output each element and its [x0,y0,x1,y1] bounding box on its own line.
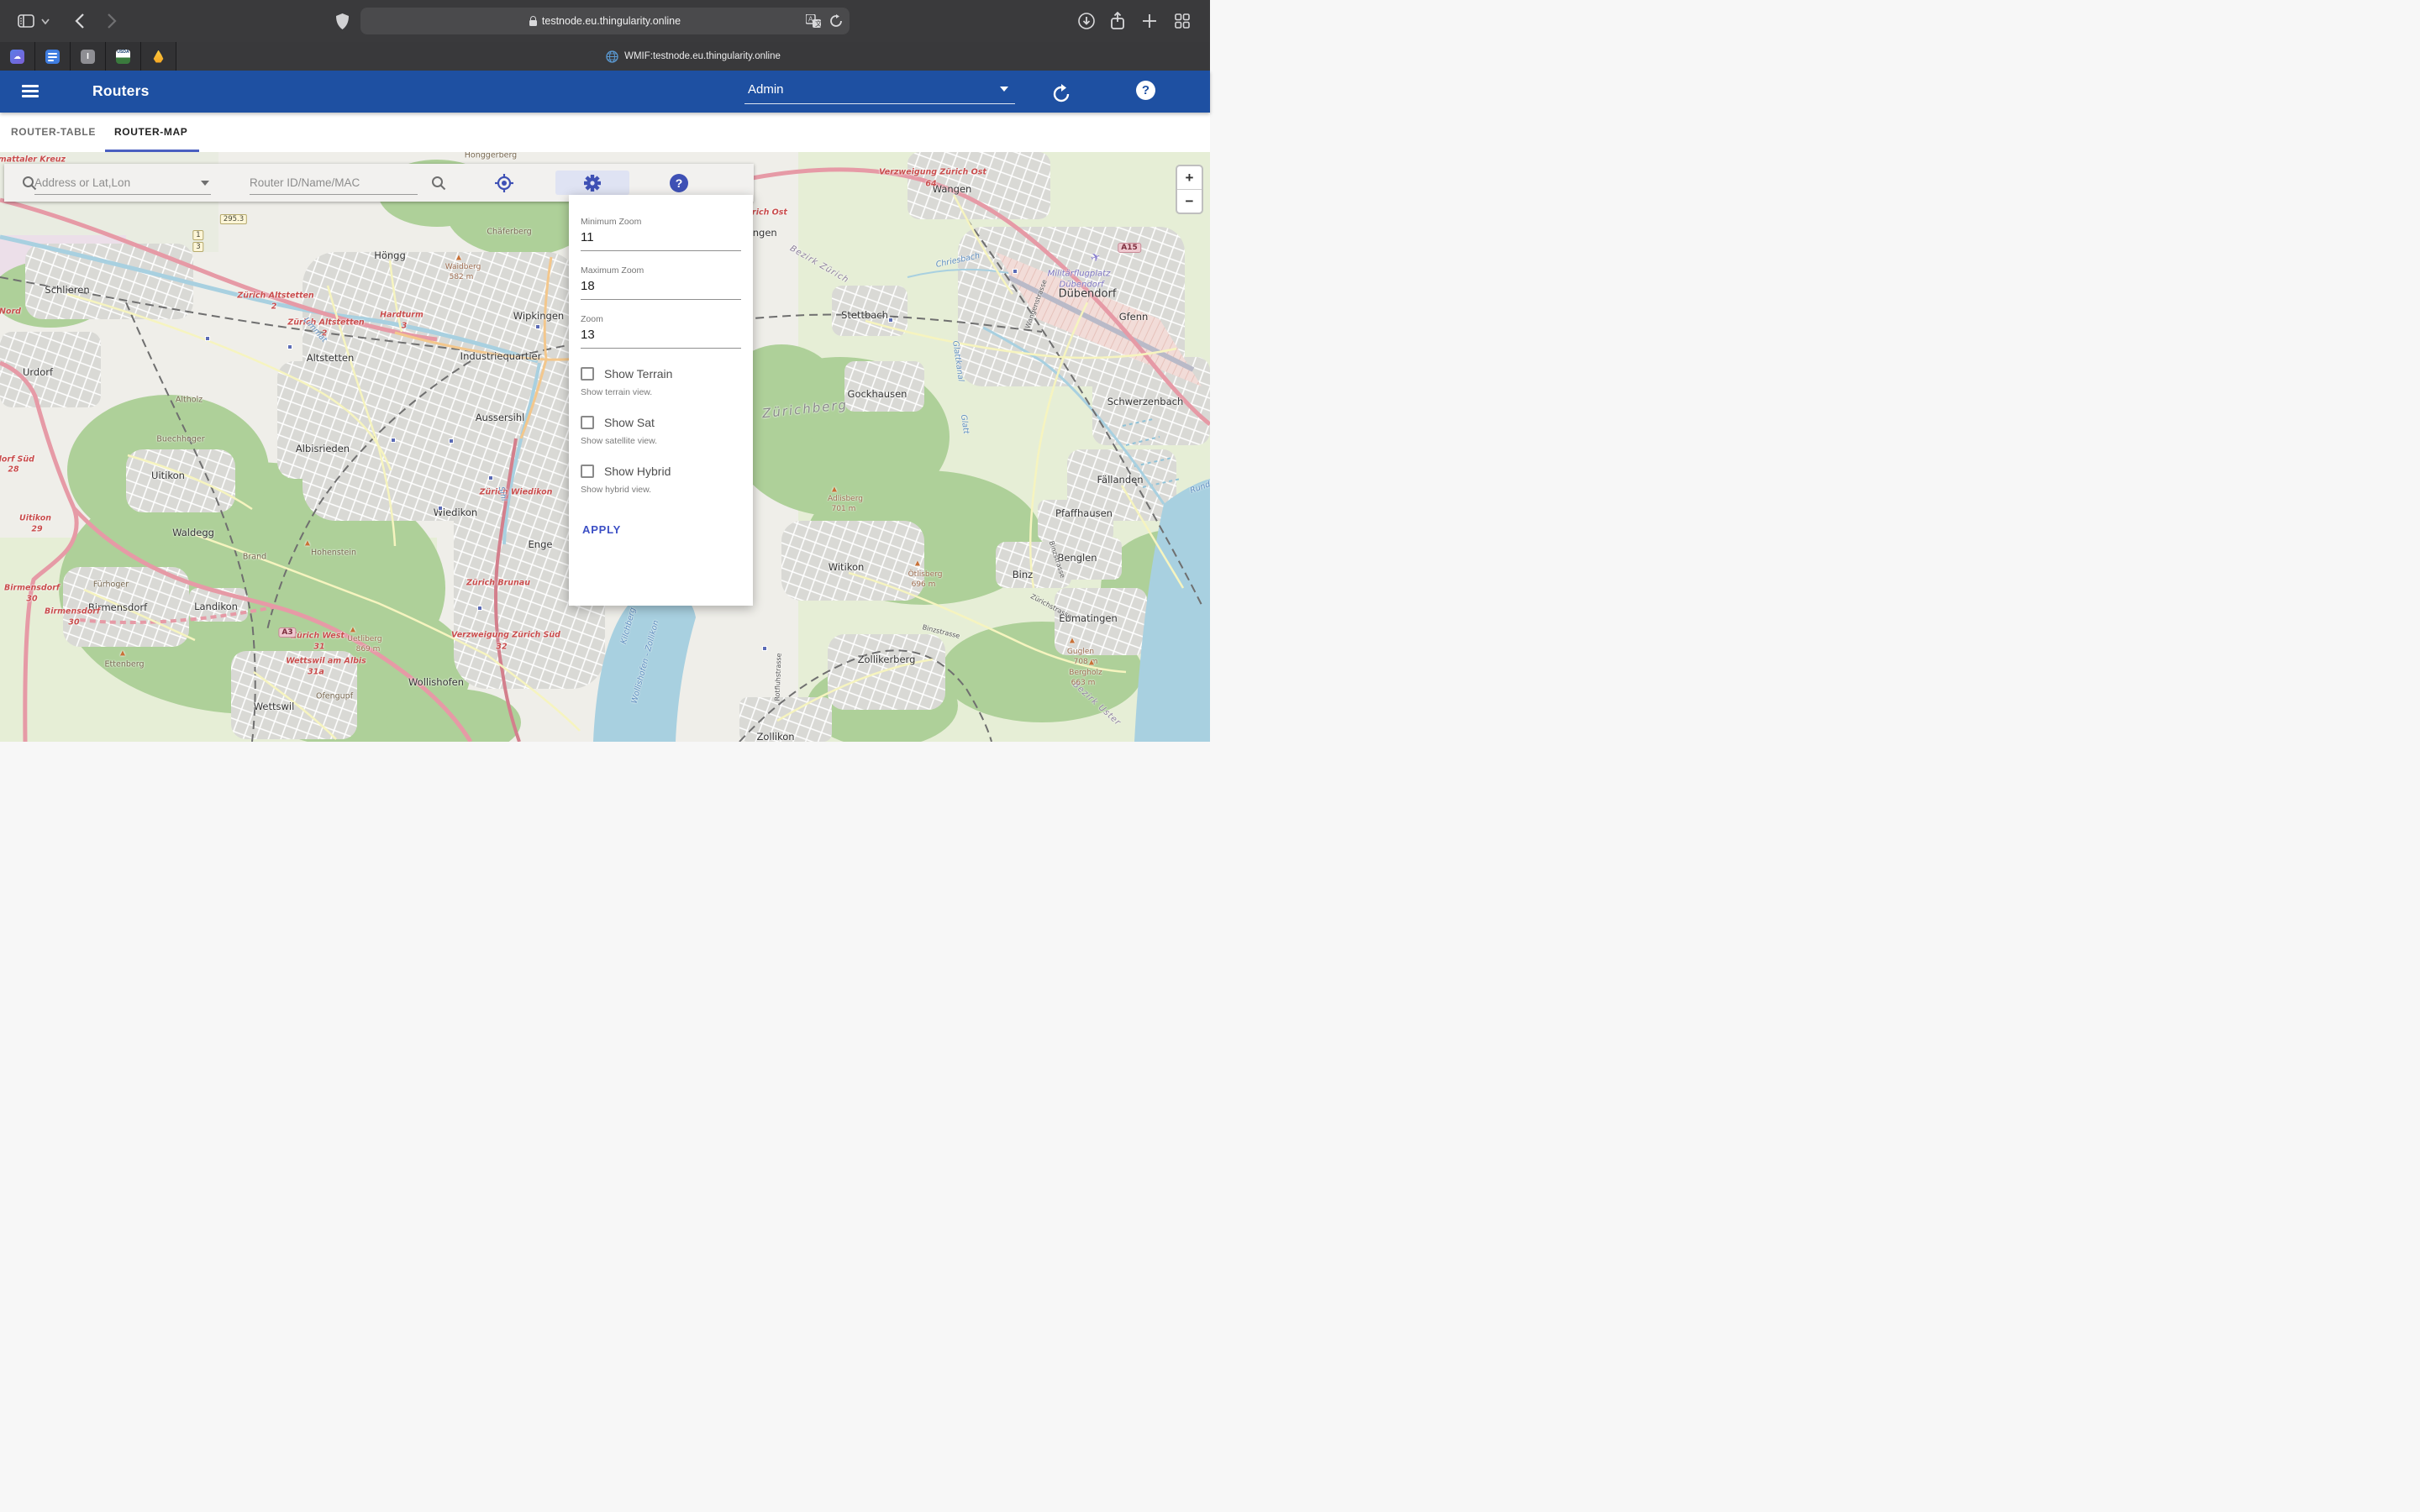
zoom-label: Zoom [581,314,741,324]
show-terrain-checkbox[interactable] [581,367,594,381]
show-sat-checkbox[interactable] [581,416,594,429]
sidebar-chevron-icon[interactable] [39,8,52,34]
refresh-button[interactable] [1049,81,1074,107]
new-tab-button[interactable] [1137,8,1162,34]
user-menu-value: Admin [748,82,784,97]
tab-title: WMIF:testnode.eu.thingularity.online [624,51,781,61]
show-hybrid-row[interactable]: Show Hybrid [581,465,741,478]
svg-text:文: 文 [815,19,821,28]
router-search-field[interactable] [250,171,418,195]
user-menu-dropdown[interactable]: Admin [744,77,1015,104]
show-hybrid-label: Show Hybrid [604,465,671,478]
chevron-down-icon [1000,87,1008,92]
show-terrain-label: Show Terrain [604,367,672,381]
show-terrain-toggle: Show Terrain Show terrain view. [581,367,741,397]
translate-icon[interactable]: A文 [806,14,821,28]
menu-icon[interactable] [22,85,39,98]
shield-privacy-icon[interactable] [329,8,355,34]
min-zoom-field[interactable]: Minimum Zoom 11 [581,217,741,251]
globe-icon [606,50,618,63]
address-search-field[interactable] [34,171,211,195]
show-hybrid-desc: Show hybrid view. [581,485,741,495]
chevron-down-icon[interactable] [201,181,209,186]
info-icon: I [81,50,95,64]
forward-button[interactable] [99,8,124,34]
min-zoom-label: Minimum Zoom [581,217,741,227]
active-tab-indicator [105,150,199,152]
map-settings-button[interactable] [555,171,629,195]
tab-overview-button[interactable] [1170,8,1195,34]
zoom-field[interactable]: Zoom 13 [581,314,741,349]
router-id-input[interactable] [250,176,418,189]
flame-icon [151,50,166,64]
url-text: testnode.eu.thingularity.online [542,15,681,27]
map-zoom-control: + − [1176,165,1203,214]
zoom-in-button[interactable]: + [1177,166,1202,190]
browser-tabstrip: ☁ I USDA WMIF:testnode.eu.thingularity.o… [0,42,1210,71]
cloud-icon: ☁ [10,50,24,64]
map-help-button[interactable]: ? [670,174,688,192]
show-terrain-row[interactable]: Show Terrain [581,367,741,381]
back-button[interactable] [67,8,92,34]
min-zoom-value[interactable]: 11 [581,230,741,251]
gear-icon [583,174,602,192]
usda-icon: USDA [116,50,130,64]
tab-router-table[interactable]: ROUTER-TABLE [11,126,96,138]
zoom-out-button[interactable]: − [1177,190,1202,213]
show-hybrid-checkbox[interactable] [581,465,594,478]
show-terrain-desc: Show terrain view. [581,387,741,397]
pinned-tab-docs[interactable] [35,42,71,71]
pinned-tab-info[interactable]: I [71,42,106,71]
document-icon [45,50,60,64]
page-title: Routers [92,82,150,100]
router-search-button[interactable] [426,171,451,196]
active-browser-tab[interactable]: WMIF:testnode.eu.thingularity.online [176,42,1210,71]
show-sat-desc: Show satellite view. [581,436,741,446]
pinned-tab-firebase[interactable] [141,42,176,71]
max-zoom-field[interactable]: Maximum Zoom 18 [581,265,741,300]
max-zoom-label: Maximum Zoom [581,265,741,276]
help-button[interactable]: ? [1136,81,1155,100]
share-button[interactable] [1105,8,1130,34]
tab-router-map[interactable]: ROUTER-MAP [114,126,187,138]
zoom-value[interactable]: 13 [581,328,741,349]
sidebar-toggle-icon[interactable] [13,8,39,34]
page-footer-strip [0,742,1210,756]
reload-icon[interactable] [829,14,843,28]
show-sat-label: Show Sat [604,416,655,429]
pinned-tab-icloud[interactable]: ☁ [0,42,35,71]
locate-gps-button[interactable] [492,171,517,196]
url-bar[interactable]: testnode.eu.thingularity.online A文 [360,8,850,34]
downloads-button[interactable] [1074,8,1099,34]
max-zoom-value[interactable]: 18 [581,279,741,300]
lock-icon [529,20,537,26]
apply-button[interactable]: APPLY [581,520,623,539]
show-sat-row[interactable]: Show Sat [581,416,741,429]
show-sat-toggle: Show Sat Show satellite view. [581,416,741,446]
router-view-tabs: ROUTER-TABLE ROUTER-MAP [0,113,1210,152]
address-input[interactable] [34,176,211,189]
map-settings-panel: Minimum Zoom 11 Maximum Zoom 18 Zoom 13 … [569,195,753,606]
pinned-tab-usda[interactable]: USDA [106,42,141,71]
app-header: Routers Admin ? [0,71,1210,113]
browser-titlebar: testnode.eu.thingularity.online A文 [0,0,1210,42]
show-hybrid-toggle: Show Hybrid Show hybrid view. [581,465,741,495]
